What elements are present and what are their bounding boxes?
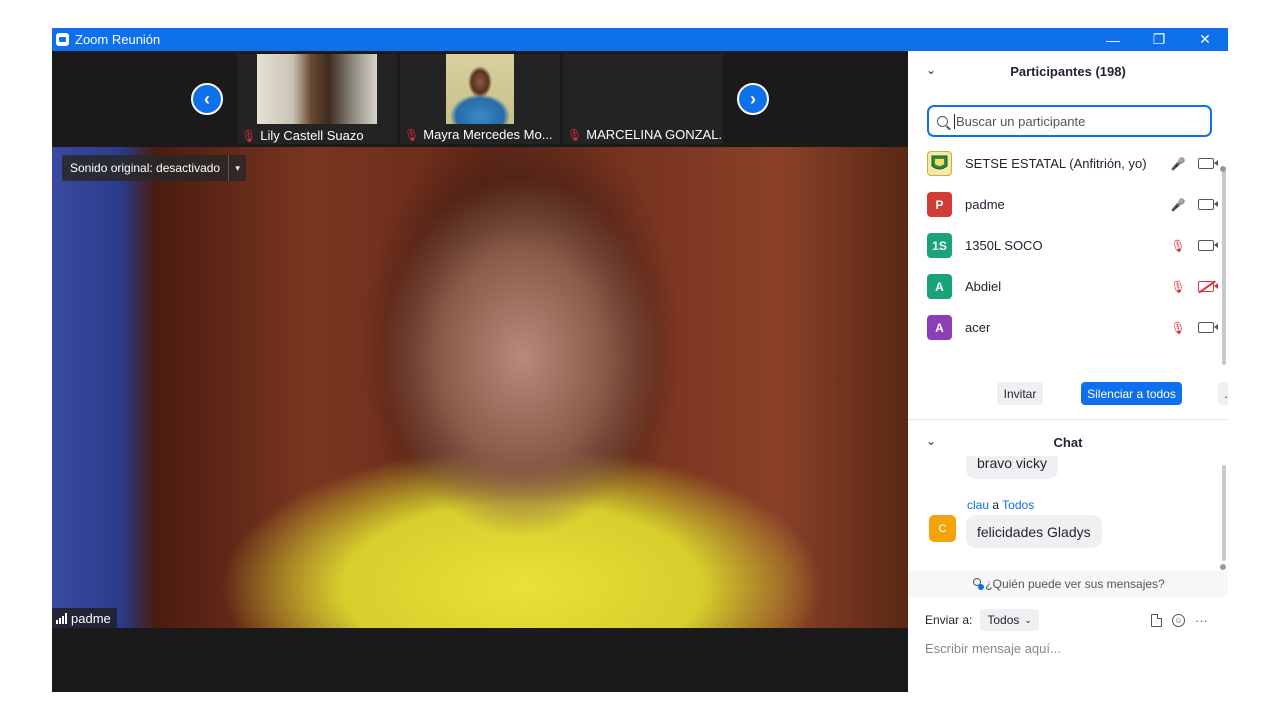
thumbnail-marcelina[interactable]: 🎙 MARCELINA GONZAL... [563, 54, 723, 144]
chat-compose-input[interactable]: Escribir mensaje aquí... [925, 641, 1215, 656]
participant-avatar: A [927, 315, 952, 340]
zoom-window: Zoom Reunión — ❐ ✕ ‹ 🎙 Lily Castell Suazo… [52, 28, 1228, 692]
file-icon[interactable] [1151, 614, 1162, 627]
participant-video [257, 54, 377, 124]
chevron-down-icon[interactable]: ▾ [228, 155, 246, 181]
send-to-value: Todos [987, 613, 1020, 627]
who-sees-label: ¿Quién puede ver sus mensajes? [985, 577, 1165, 591]
more-options-button[interactable]: ... [1218, 382, 1228, 405]
thumbnail-name: Mayra Mercedes Mo... [423, 127, 553, 142]
participant-row[interactable]: SETSE ESTATAL (Anfitrión, yo) 🎤 [908, 143, 1218, 184]
participant-avatar: A [927, 274, 952, 299]
recipient-name[interactable]: Todos [1002, 498, 1034, 512]
side-panel: ⌄ Participantes (198) Buscar un particip… [908, 51, 1228, 692]
chevron-left-icon: ‹ [204, 88, 210, 109]
camera-on-icon[interactable] [1198, 199, 1218, 210]
search-icon [937, 115, 948, 127]
person-info-icon [971, 578, 985, 590]
participant-avatar: 1S [927, 233, 952, 258]
participant-name: padme [965, 197, 1005, 212]
prev-page-button[interactable]: ‹ [191, 83, 223, 115]
participant-list: SETSE ESTATAL (Anfitrión, yo) 🎤 P padme … [908, 143, 1218, 348]
mic-muted-icon[interactable]: 🎙 [1170, 239, 1185, 253]
participant-row[interactable]: P padme 🎤 [908, 184, 1218, 225]
participants-title: Participantes (198) [1010, 63, 1126, 79]
speaker-name: padme [71, 610, 111, 626]
search-placeholder: Buscar un participante [956, 113, 1086, 129]
scroll-end-indicator [1220, 166, 1226, 172]
text-caret [954, 113, 955, 129]
scroll-end-indicator [1220, 564, 1226, 570]
minimize-button[interactable]: — [1090, 28, 1136, 51]
participant-name: acer [965, 320, 991, 335]
sender-connector: a [992, 498, 1000, 512]
participant-video [446, 54, 514, 124]
muted-mic-icon: 🎙 [404, 127, 420, 142]
camera-on-icon[interactable] [1198, 158, 1218, 169]
muted-mic-icon: 🎙 [567, 127, 583, 142]
participants-header: ⌄ Participantes (198) [908, 51, 1228, 91]
participant-name: 1350L SOCO [965, 238, 1043, 253]
chat-messages: bravo vicky clau a Todos C felicidades G… [908, 456, 1228, 568]
section-divider [908, 419, 1228, 420]
chat-bubble: bravo vicky [966, 456, 1059, 479]
participant-row[interactable]: A Abdiel 🎙 [908, 266, 1218, 307]
original-sound-label: Sonido original: desactivado [70, 161, 221, 175]
signal-bars-icon [56, 612, 67, 624]
more-icon[interactable]: ··· [1195, 613, 1208, 628]
participants-scrollbar[interactable] [1222, 167, 1226, 365]
mic-on-icon[interactable]: 🎤 [1171, 198, 1186, 212]
camera-on-icon[interactable] [1198, 322, 1218, 333]
thumbnail-name: Lily Castell Suazo [260, 128, 364, 143]
host-avatar [927, 151, 952, 176]
participant-row[interactable]: A acer 🎙 [908, 307, 1218, 348]
window-title: Zoom Reunión [75, 32, 161, 47]
speaker-name-tag: padme [52, 608, 117, 628]
collapse-chat-icon[interactable]: ⌄ [926, 434, 936, 448]
next-page-button[interactable]: › [737, 83, 769, 115]
setse-logo-icon [931, 155, 948, 170]
mic-muted-icon[interactable]: 🎙 [1170, 321, 1185, 335]
send-to-label: Enviar a: [925, 613, 973, 627]
thumbnail-lily[interactable]: 🎙 Lily Castell Suazo [237, 54, 397, 144]
original-sound-toggle[interactable]: Sonido original: desactivado ▾ [62, 155, 247, 181]
participant-search-input[interactable]: Buscar un participante [927, 105, 1212, 137]
zoom-app-icon [56, 33, 69, 46]
mic-on-icon[interactable]: 🎤 [1171, 157, 1186, 171]
thumbnail-strip: ‹ 🎙 Lily Castell Suazo 🎙 Mayra Mercedes Mo… [52, 51, 908, 147]
participant-row[interactable]: 1S 1350L SOCO 🎙 [908, 225, 1218, 266]
restore-button[interactable]: ❐ [1136, 28, 1182, 51]
chevron-down-icon: ⌄ [1024, 614, 1032, 625]
send-to-dropdown[interactable]: Todos ⌄ [980, 609, 1039, 631]
active-speaker-video: Sonido original: desactivado ▾ padme [52, 147, 908, 628]
chevron-right-icon: › [750, 88, 756, 109]
sender-avatar: C [929, 515, 956, 542]
thumbnail-name: MARCELINA GONZAL... [586, 127, 723, 142]
invite-button[interactable]: Invitar [997, 382, 1043, 405]
camera-off-icon[interactable] [1198, 281, 1218, 292]
who-can-see-messages[interactable]: ¿Quién puede ver sus mensajes? [908, 571, 1228, 597]
mute-all-button[interactable]: Silenciar a todos [1081, 382, 1182, 405]
participant-name: SETSE ESTATAL (Anfitrión, yo) [965, 156, 1147, 171]
mic-muted-icon[interactable]: 🎙 [1170, 280, 1185, 294]
camera-on-icon[interactable] [1198, 240, 1218, 251]
video-area: ‹ 🎙 Lily Castell Suazo 🎙 Mayra Mercedes Mo… [52, 51, 908, 692]
chat-scrollbar[interactable] [1222, 465, 1226, 561]
chat-title: Chat [1053, 434, 1083, 450]
sender-name[interactable]: clau [967, 498, 989, 512]
collapse-participants-icon[interactable]: ⌄ [926, 63, 936, 77]
chat-bubble: felicidades Gladys [966, 515, 1102, 548]
participant-name: Abdiel [965, 279, 1002, 294]
title-bar: Zoom Reunión — ❐ ✕ [52, 28, 1228, 51]
muted-mic-icon: 🎙 [241, 128, 257, 143]
participant-avatar: P [927, 192, 952, 217]
emoji-icon[interactable]: ☺ [1172, 614, 1185, 627]
chat-sender-line: clau a Todos [967, 498, 1034, 512]
thumbnail-mayra[interactable]: 🎙 Mayra Mercedes Mo... [400, 54, 560, 144]
chat-tools: ☺ ··· [1151, 613, 1208, 628]
close-button[interactable]: ✕ [1182, 28, 1228, 51]
send-to-row: Enviar a: Todos ⌄ [925, 609, 1039, 631]
